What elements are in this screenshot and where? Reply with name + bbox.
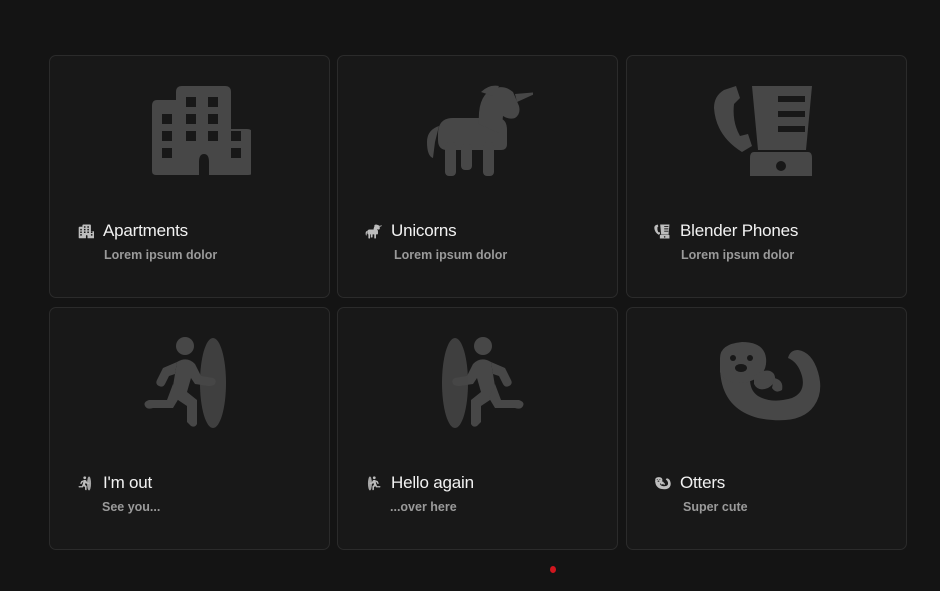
card-title: Otters [680, 473, 726, 492]
card-title: I'm out [103, 473, 153, 492]
card-subtitle: Lorem ipsum dolor [394, 248, 508, 262]
apartments-icon [135, 84, 245, 178]
card-unicorns[interactable]: Unicorns Lorem ipsum dolor [337, 55, 618, 298]
apartments-icon [77, 223, 94, 240]
unicorn-icon [365, 223, 382, 240]
card-subtitle: Lorem ipsum dolor [681, 248, 795, 262]
otter-icon [654, 475, 671, 492]
card-blender-phones[interactable]: Blender Phones Lorem ipsum dolor [626, 55, 907, 298]
card-grid: Apartments Lorem ipsum dolor Unicorns Lo… [49, 55, 907, 550]
card-im-out[interactable]: I'm out See you... [49, 307, 330, 550]
card-otters[interactable]: Otters Super cute [626, 307, 907, 550]
card-title: Hello again [391, 473, 474, 492]
blender-phone-icon [712, 84, 822, 178]
card-subtitle: Lorem ipsum dolor [104, 248, 218, 262]
person-running-out-icon [77, 475, 94, 492]
card-title-row: Otters [654, 472, 725, 494]
card-title-row: Hello again [365, 472, 474, 494]
unicorn-icon [423, 84, 533, 178]
card-title: Blender Phones [680, 221, 799, 240]
card-title: Unicorns [391, 221, 457, 240]
card-title-row: Unicorns [365, 220, 457, 242]
card-hello-again[interactable]: Hello again ...over here [337, 307, 618, 550]
blender-phone-icon [654, 223, 671, 240]
card-title: Apartments [103, 221, 188, 240]
person-running-in-icon [423, 336, 533, 430]
card-subtitle: Super cute [683, 500, 748, 514]
card-subtitle: ...over here [390, 500, 457, 514]
cursor-indicator [550, 566, 556, 573]
person-running-in-icon [365, 475, 382, 492]
card-apartments[interactable]: Apartments Lorem ipsum dolor [49, 55, 330, 298]
person-running-out-icon [135, 336, 245, 430]
card-title-row: Blender Phones [654, 220, 798, 242]
card-title-row: Apartments [77, 220, 188, 242]
otter-icon [712, 336, 822, 430]
card-subtitle: See you... [102, 500, 161, 514]
card-title-row: I'm out [77, 472, 152, 494]
